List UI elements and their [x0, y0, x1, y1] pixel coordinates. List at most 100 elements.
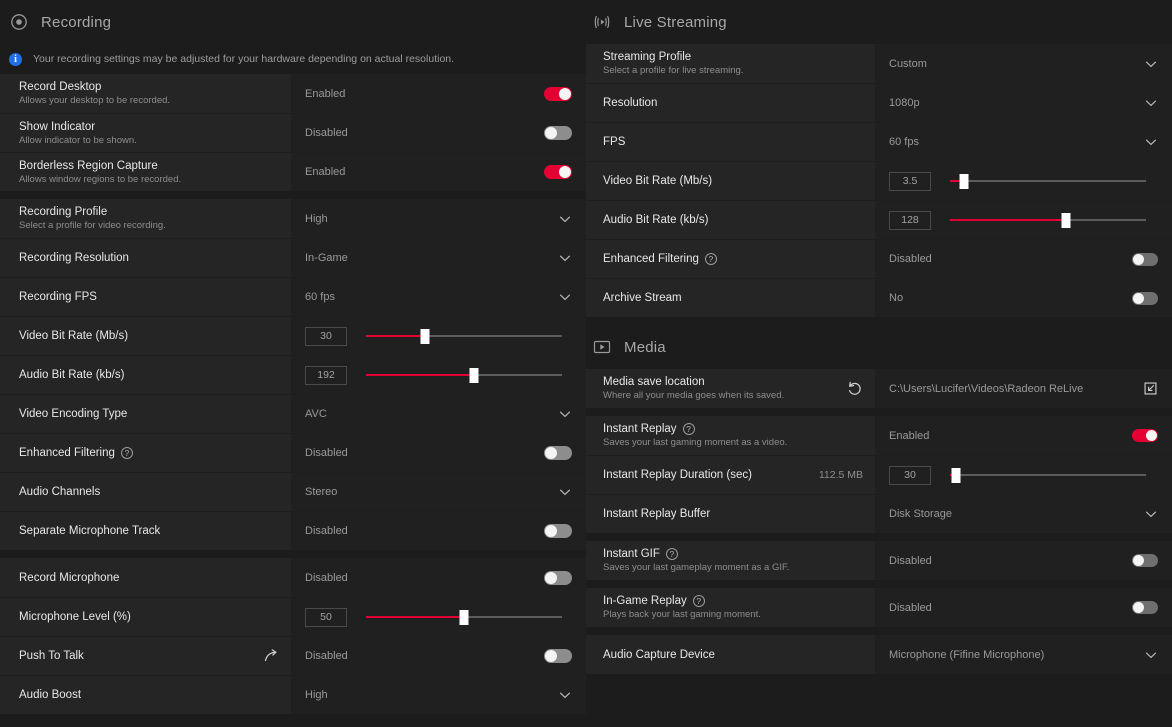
row-label-text: Enhanced Filtering [19, 447, 115, 459]
setting-row-instant-replay-duration[interactable]: Instant Replay Duration (sec) 112.5 MB 30 [586, 455, 1172, 494]
stream-video-bit-rate-input[interactable]: 3.5 [889, 171, 931, 191]
separate-microphone-track-toggle[interactable] [544, 524, 572, 538]
audio-bit-rate-slider[interactable] [366, 368, 562, 383]
chevron-down-icon[interactable] [558, 407, 572, 421]
shortcut-arrow-icon[interactable] [263, 648, 279, 664]
slider-thumb[interactable] [951, 468, 961, 483]
setting-row-borderless-region-capture[interactable]: Borderless Region Capture Allows window r… [0, 152, 586, 191]
chevron-down-icon[interactable] [1144, 135, 1158, 149]
question-mark-icon[interactable]: ? [692, 595, 705, 607]
stream-resolution-value: 1080p [889, 97, 920, 109]
instant-gif-toggle[interactable] [1132, 554, 1158, 567]
row-label: Archive Stream [603, 292, 863, 304]
slider-thumb[interactable] [420, 329, 430, 344]
setting-row-recording-profile[interactable]: Recording Profile Select a profile for vi… [0, 199, 586, 238]
slider-thumb[interactable] [1061, 213, 1071, 228]
row-label-wrap: Enhanced Filtering? [19, 447, 279, 459]
browse-folder-icon[interactable] [1143, 381, 1158, 396]
enhanced-filtering-toggle[interactable] [544, 446, 572, 460]
chevron-down-icon[interactable] [1144, 507, 1158, 521]
setting-row-instant-replay[interactable]: Instant Replay? Saves your last gaming mo… [586, 416, 1172, 455]
setting-row-recording-fps[interactable]: Recording FPS 60 fps [0, 277, 586, 316]
row-label-cell: Show Indicator Allow indicator to be show… [0, 114, 291, 152]
row-label-cell: Record Microphone [0, 558, 291, 597]
instant-replay-toggle[interactable] [1132, 429, 1158, 442]
setting-row-stream-resolution[interactable]: Resolution 1080p [586, 83, 1172, 122]
record-desktop-toggle[interactable] [544, 86, 572, 101]
setting-row-recording-resolution[interactable]: Recording Resolution In-Game [0, 238, 586, 277]
row-label-cell: Audio Channels [0, 473, 291, 511]
stream-video-bit-rate-slider[interactable] [950, 174, 1146, 189]
stream-audio-bit-rate-slider[interactable] [950, 213, 1146, 228]
slider-track[interactable] [950, 180, 1146, 182]
video-bit-rate-slider[interactable] [366, 329, 562, 344]
row-label-cell: Recording Resolution [0, 239, 291, 277]
setting-row-audio-boost[interactable]: Audio Boost High [0, 675, 586, 714]
slider-thumb[interactable] [469, 368, 479, 383]
row-label: Push To Talk [19, 650, 255, 662]
slider-thumb[interactable] [959, 174, 969, 189]
question-mark-icon[interactable]: ? [704, 253, 717, 265]
chevron-down-icon[interactable] [558, 290, 572, 304]
slider-thumb[interactable] [459, 610, 469, 625]
row-label-cell: Media save location Where all your media … [586, 369, 875, 408]
setting-row-separate-microphone-track[interactable]: Separate Microphone Track Disabled [0, 511, 586, 550]
chevron-down-icon[interactable] [1144, 57, 1158, 71]
audio-bit-rate-input[interactable]: 192 [305, 365, 347, 385]
video-bit-rate-input[interactable]: 30 [305, 326, 347, 346]
chevron-down-icon[interactable] [558, 485, 572, 499]
push-to-talk-toggle[interactable] [544, 649, 572, 663]
setting-row-streaming-profile[interactable]: Streaming Profile Select a profile for li… [586, 44, 1172, 83]
archive-stream-toggle[interactable] [1132, 291, 1158, 305]
microphone-level-input[interactable]: 50 [305, 607, 347, 627]
setting-row-enhanced-filtering[interactable]: Enhanced Filtering? Disabled [0, 433, 586, 472]
in-game-replay-toggle[interactable] [1132, 601, 1158, 614]
section-title: Recording [41, 13, 112, 31]
row-label-text: Instant Replay Buffer [603, 508, 711, 520]
setting-row-push-to-talk[interactable]: Push To Talk Disabled [0, 636, 586, 675]
setting-row-audio-bit-rate[interactable]: Audio Bit Rate (kb/s) 192 [0, 355, 586, 394]
chevron-down-icon[interactable] [558, 251, 572, 265]
setting-row-stream-audio-bit-rate[interactable]: Audio Bit Rate (kb/s) 128 [586, 200, 1172, 239]
stream-enhanced-filtering-toggle[interactable] [1132, 252, 1158, 266]
setting-row-stream-enhanced-filtering[interactable]: Enhanced Filtering? Disabled [586, 239, 1172, 278]
borderless-region-capture-toggle[interactable] [544, 165, 572, 179]
setting-row-record-desktop[interactable]: Record Desktop Allows your desktop to be … [0, 74, 586, 113]
setting-row-media-save-location[interactable]: Media save location Where all your media … [586, 369, 1172, 408]
setting-row-video-bit-rate[interactable]: Video Bit Rate (Mb/s) 30 [0, 316, 586, 355]
row-label: Instant Replay Duration (sec) [603, 469, 811, 481]
slider-track[interactable] [950, 474, 1146, 476]
question-mark-icon[interactable]: ? [665, 548, 678, 560]
setting-row-show-indicator[interactable]: Show Indicator Allow indicator to be show… [0, 113, 586, 152]
setting-row-stream-video-bit-rate[interactable]: Video Bit Rate (Mb/s) 3.5 [586, 161, 1172, 200]
setting-row-video-encoding-type[interactable]: Video Encoding Type AVC [0, 394, 586, 433]
row-label-text: FPS [603, 136, 626, 148]
setting-row-microphone-level[interactable]: Microphone Level (%) 50 [0, 597, 586, 636]
question-mark-icon[interactable]: ? [682, 423, 695, 435]
instant-replay-duration-slider[interactable] [950, 468, 1146, 483]
setting-row-instant-replay-buffer[interactable]: Instant Replay Buffer Disk Storage [586, 494, 1172, 533]
instant-gif-value: Disabled [889, 554, 932, 567]
setting-row-stream-fps[interactable]: FPS 60 fps [586, 122, 1172, 161]
chevron-down-icon[interactable] [558, 688, 572, 702]
broadcast-icon [591, 11, 613, 33]
show-indicator-toggle[interactable] [544, 126, 572, 140]
row-value-cell: Disabled [875, 541, 1172, 580]
chevron-down-icon[interactable] [558, 212, 572, 226]
record-microphone-toggle[interactable] [544, 570, 572, 585]
setting-row-audio-capture-device[interactable]: Audio Capture Device Microphone (Fifine M… [586, 635, 1172, 674]
stream-audio-bit-rate-input[interactable]: 128 [889, 210, 931, 230]
row-label: Audio Bit Rate (kb/s) [603, 214, 863, 226]
chevron-down-icon[interactable] [1144, 648, 1158, 662]
microphone-level-slider[interactable] [366, 610, 562, 625]
section-header-recording: Recording [0, 0, 586, 44]
setting-row-in-game-replay[interactable]: In-Game Replay? Plays back your last gami… [586, 588, 1172, 627]
chevron-down-icon[interactable] [1144, 96, 1158, 110]
instant-replay-duration-input[interactable]: 30 [889, 465, 931, 485]
setting-row-instant-gif[interactable]: Instant GIF? Saves your last gameplay mom… [586, 541, 1172, 580]
setting-row-record-microphone[interactable]: Record Microphone Disabled [0, 558, 586, 597]
reset-icon[interactable] [847, 381, 863, 397]
setting-row-archive-stream[interactable]: Archive Stream No [586, 278, 1172, 317]
question-mark-icon[interactable]: ? [120, 447, 133, 459]
setting-row-audio-channels[interactable]: Audio Channels Stereo [0, 472, 586, 511]
